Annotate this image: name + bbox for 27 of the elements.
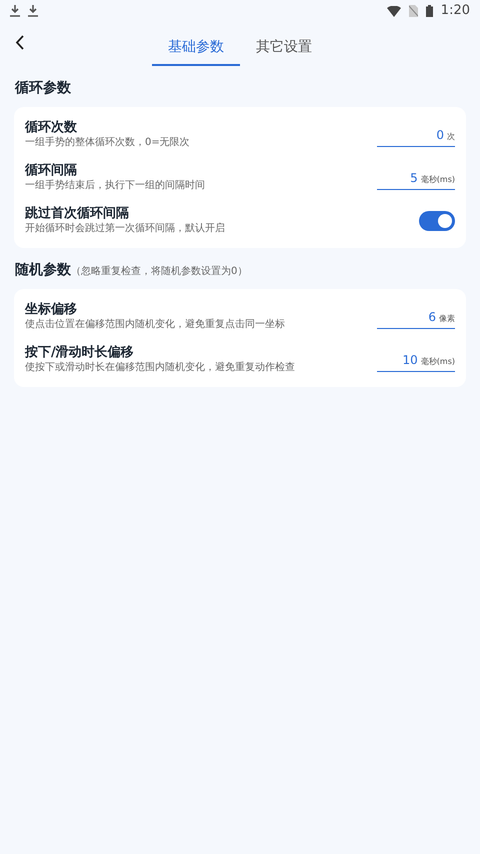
setting-title: 跳过首次循环间隔 [25, 205, 130, 222]
input-field[interactable]: 5 毫秒(ms) [377, 165, 455, 190]
download-icon [10, 5, 20, 17]
download-icon [28, 5, 38, 17]
section-note: （忽略重复检查，将随机参数设置为0） [71, 266, 248, 277]
wifi-icon [386, 6, 401, 16]
setting-title: 循环次数 [25, 119, 78, 136]
back-icon[interactable] [15, 35, 24, 50]
input-field[interactable]: 10 毫秒(ms) [377, 347, 455, 372]
battery-icon [426, 5, 433, 17]
status-time: 1:20 [440, 2, 470, 20]
setting-description: 一组手势结束后，执行下一组的间隔时间 [25, 179, 205, 193]
setting-description: 一组手势的整体循环次数，0=无限次 [25, 136, 190, 150]
setting-description: 使点击位置在偏移范围内随机变化，避免重复点击同一坐标 [25, 318, 285, 332]
tab[interactable]: 其它设置 [240, 30, 328, 66]
setting-description: 开始循环时会跳过第一次循环间隔，默认开启 [25, 222, 225, 236]
tab[interactable]: 基础参数 [152, 30, 240, 66]
setting-title: 坐标偏移 [25, 301, 78, 318]
setting-description: 使按下或滑动时长在偏移范围内随机变化，避免重复动作检查 [25, 361, 295, 375]
section-title: 随机参数 [15, 262, 71, 278]
setting-title: 按下/滑动时长偏移 [25, 344, 135, 361]
input-field[interactable]: 6 像素 [377, 304, 455, 329]
toggle-switch[interactable] [419, 210, 455, 230]
input-field[interactable]: 0 次 [377, 122, 455, 147]
setting-title: 循环间隔 [25, 162, 78, 179]
section-title: 循环参数 [15, 80, 71, 96]
no-sim-icon [408, 5, 418, 17]
